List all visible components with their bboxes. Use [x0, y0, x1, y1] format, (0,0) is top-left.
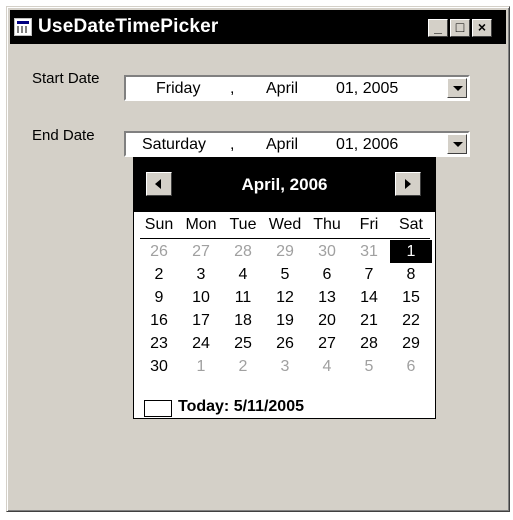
day-cell[interactable]: 7 — [348, 263, 390, 286]
day-cell[interactable]: 21 — [348, 309, 390, 332]
day-cell[interactable]: 6 — [306, 263, 348, 286]
day-cell[interactable]: 17 — [180, 309, 222, 332]
day-cell[interactable]: 27 — [180, 240, 222, 263]
day-cell[interactable]: 19 — [264, 309, 306, 332]
day-cell[interactable]: 13 — [306, 286, 348, 309]
day-cell[interactable]: 14 — [348, 286, 390, 309]
day-cell[interactable]: 29 — [390, 332, 432, 355]
start-date-label: Start Date — [32, 70, 100, 87]
window-title: UseDateTimePicker — [38, 16, 219, 37]
selected-day-cell[interactable]: 1 — [390, 240, 432, 263]
end-weekday[interactable]: Saturday — [142, 136, 206, 154]
minimize-button[interactable]: _ — [428, 19, 448, 37]
day-cell[interactable]: 9 — [138, 286, 180, 309]
day-cell[interactable]: 12 — [264, 286, 306, 309]
weekday-tue: Tue — [229, 216, 257, 233]
start-dropdown-button[interactable] — [447, 78, 467, 98]
day-cell[interactable]: 23 — [138, 332, 180, 355]
title-bar[interactable]: UseDateTimePicker _ □ × — [10, 10, 506, 44]
day-cell[interactable]: 8 — [390, 263, 432, 286]
day-cell[interactable]: 6 — [390, 355, 432, 378]
day-cell[interactable]: 29 — [264, 240, 306, 263]
end-separator: , — [230, 136, 235, 153]
weekday-sun: Sun — [144, 216, 174, 233]
day-cell[interactable]: 10 — [180, 286, 222, 309]
day-cell[interactable]: 11 — [222, 286, 264, 309]
next-month-button[interactable] — [395, 172, 421, 196]
day-cell[interactable]: 3 — [180, 263, 222, 286]
end-day-year[interactable]: 01, 2006 — [336, 136, 398, 154]
calendar-header: April, 2006 — [134, 158, 435, 212]
day-cell[interactable]: 15 — [390, 286, 432, 309]
day-cell[interactable]: 2 — [222, 355, 264, 378]
end-date-picker[interactable]: Saturday , April 01, 2006 — [124, 131, 470, 157]
calendar-month-title[interactable]: April, 2006 — [134, 175, 435, 195]
start-weekday[interactable]: Friday — [156, 80, 200, 98]
day-cell[interactable]: 4 — [306, 355, 348, 378]
day-cell[interactable]: 16 — [138, 309, 180, 332]
maximize-button[interactable]: □ — [450, 19, 470, 37]
day-cell[interactable]: 24 — [180, 332, 222, 355]
weekday-mon: Mon — [185, 216, 217, 233]
day-cell[interactable]: 5 — [348, 355, 390, 378]
day-cell[interactable]: 2 — [138, 263, 180, 286]
day-cell[interactable]: 20 — [306, 309, 348, 332]
day-cell[interactable]: 27 — [306, 332, 348, 355]
today-link[interactable]: Today: 5/11/2005 — [178, 398, 304, 416]
day-cell[interactable]: 26 — [264, 332, 306, 355]
day-cell[interactable]: 30 — [138, 355, 180, 378]
form-icon[interactable] — [14, 18, 32, 36]
day-cell[interactable]: 26 — [138, 240, 180, 263]
day-cell[interactable]: 5 — [264, 263, 306, 286]
day-cell[interactable]: 3 — [264, 355, 306, 378]
start-day-year[interactable]: 01, 2005 — [336, 80, 398, 98]
weekday-thu: Thu — [313, 216, 341, 233]
day-cell[interactable]: 4 — [222, 263, 264, 286]
end-month[interactable]: April — [266, 136, 298, 154]
end-dropdown-button[interactable] — [447, 134, 467, 154]
weekday-divider — [140, 238, 430, 239]
day-cell[interactable]: 28 — [348, 332, 390, 355]
day-cell[interactable]: 25 — [222, 332, 264, 355]
start-month[interactable]: April — [266, 80, 298, 98]
weekday-header-row: Sun Mon Tue Wed Thu Fri Sat — [138, 216, 432, 238]
weekday-wed: Wed — [268, 216, 302, 233]
start-separator: , — [230, 80, 235, 97]
today-circle-indicator[interactable] — [144, 400, 172, 417]
day-cell[interactable]: 31 — [348, 240, 390, 263]
end-date-label: End Date — [32, 127, 95, 144]
day-cell[interactable]: 18 — [222, 309, 264, 332]
weekday-sat: Sat — [398, 216, 423, 233]
day-cell[interactable]: 22 — [390, 309, 432, 332]
start-date-picker[interactable]: Friday , April 01, 2005 — [124, 75, 470, 101]
day-cell[interactable]: 1 — [180, 355, 222, 378]
day-cell[interactable]: 30 — [306, 240, 348, 263]
calendar-dropdown: April, 2006 Sun Mon Tue Wed Thu Fri Sat 26 27 28… — [133, 157, 436, 419]
weekday-fri: Fri — [359, 216, 379, 233]
day-cell[interactable]: 28 — [222, 240, 264, 263]
close-button[interactable]: × — [472, 19, 492, 37]
